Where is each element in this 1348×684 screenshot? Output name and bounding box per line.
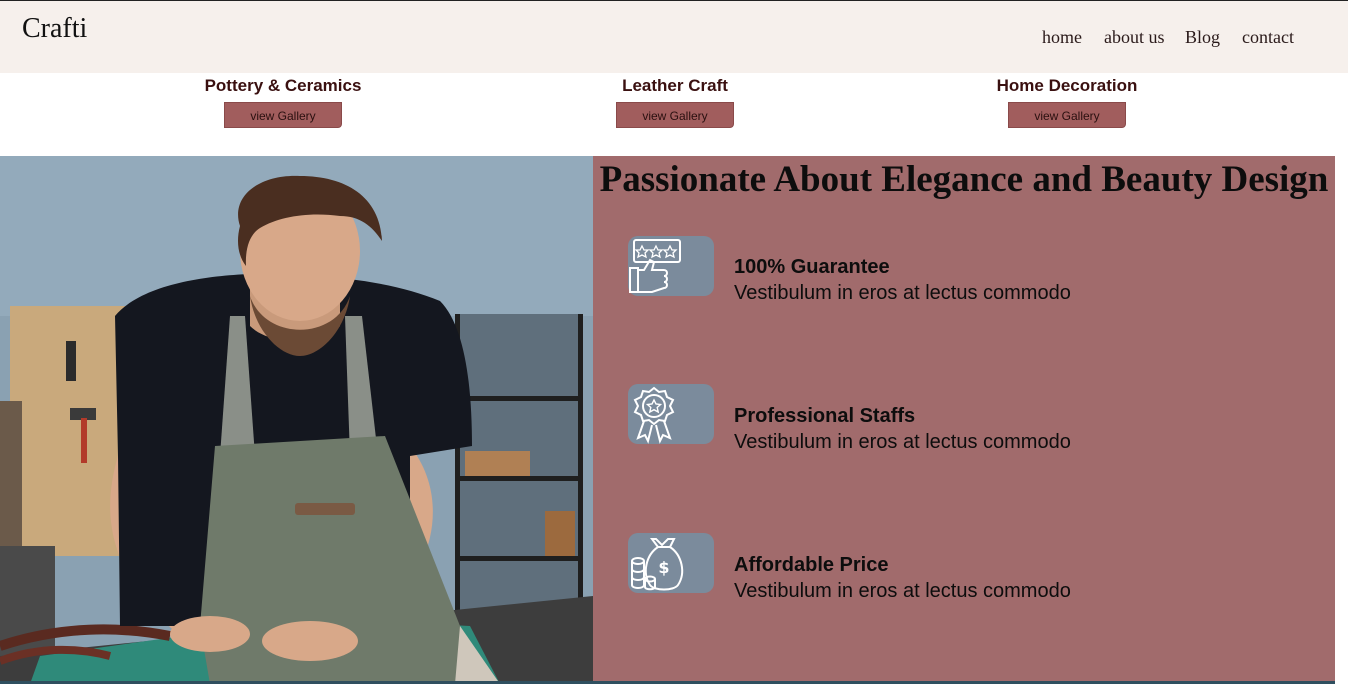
site-header: Crafti home about us Blog contact xyxy=(0,1,1348,73)
review-thumbs-up-icon xyxy=(628,236,714,296)
features-panel: Passionate About Elegance and Beauty Des… xyxy=(593,156,1335,684)
nav-about-us[interactable]: about us xyxy=(1104,27,1165,48)
money-bag-icon: $ xyxy=(628,533,714,593)
award-badge-icon xyxy=(628,384,714,444)
category-leather-craft: Leather Craft view Gallery xyxy=(555,76,795,128)
feature-description: Vestibulum in eros at lectus commodo xyxy=(734,431,1071,453)
view-gallery-button[interactable]: view Gallery xyxy=(616,102,734,128)
category-home-decoration: Home Decoration view Gallery xyxy=(947,76,1187,128)
feature-title: Affordable Price xyxy=(734,554,889,576)
nav-blog[interactable]: Blog xyxy=(1185,27,1220,48)
nav-contact[interactable]: contact xyxy=(1242,27,1294,48)
view-gallery-button[interactable]: view Gallery xyxy=(224,102,342,128)
category-title: Leather Craft xyxy=(622,76,728,95)
right-margin xyxy=(1335,156,1348,684)
feature-title: 100% Guarantee xyxy=(734,256,890,278)
category-title: Home Decoration xyxy=(996,76,1138,95)
view-gallery-button[interactable]: view Gallery xyxy=(1008,102,1126,128)
brand-logo[interactable]: Crafti xyxy=(22,13,87,45)
nav-home[interactable]: home xyxy=(1042,27,1082,48)
hero-photo-craftsman xyxy=(0,156,593,684)
feature-title: Professional Staffs xyxy=(734,405,916,427)
category-title: Pottery & Ceramics xyxy=(204,76,362,95)
svg-text:$: $ xyxy=(658,558,669,577)
feature-description: Vestibulum in eros at lectus commodo xyxy=(734,580,1071,602)
category-pottery-ceramics: Pottery & Ceramics view Gallery xyxy=(163,76,403,128)
feature-description: Vestibulum in eros at lectus commodo xyxy=(734,282,1071,304)
hero-headline: Passionate About Elegance and Beauty Des… xyxy=(599,159,1329,200)
